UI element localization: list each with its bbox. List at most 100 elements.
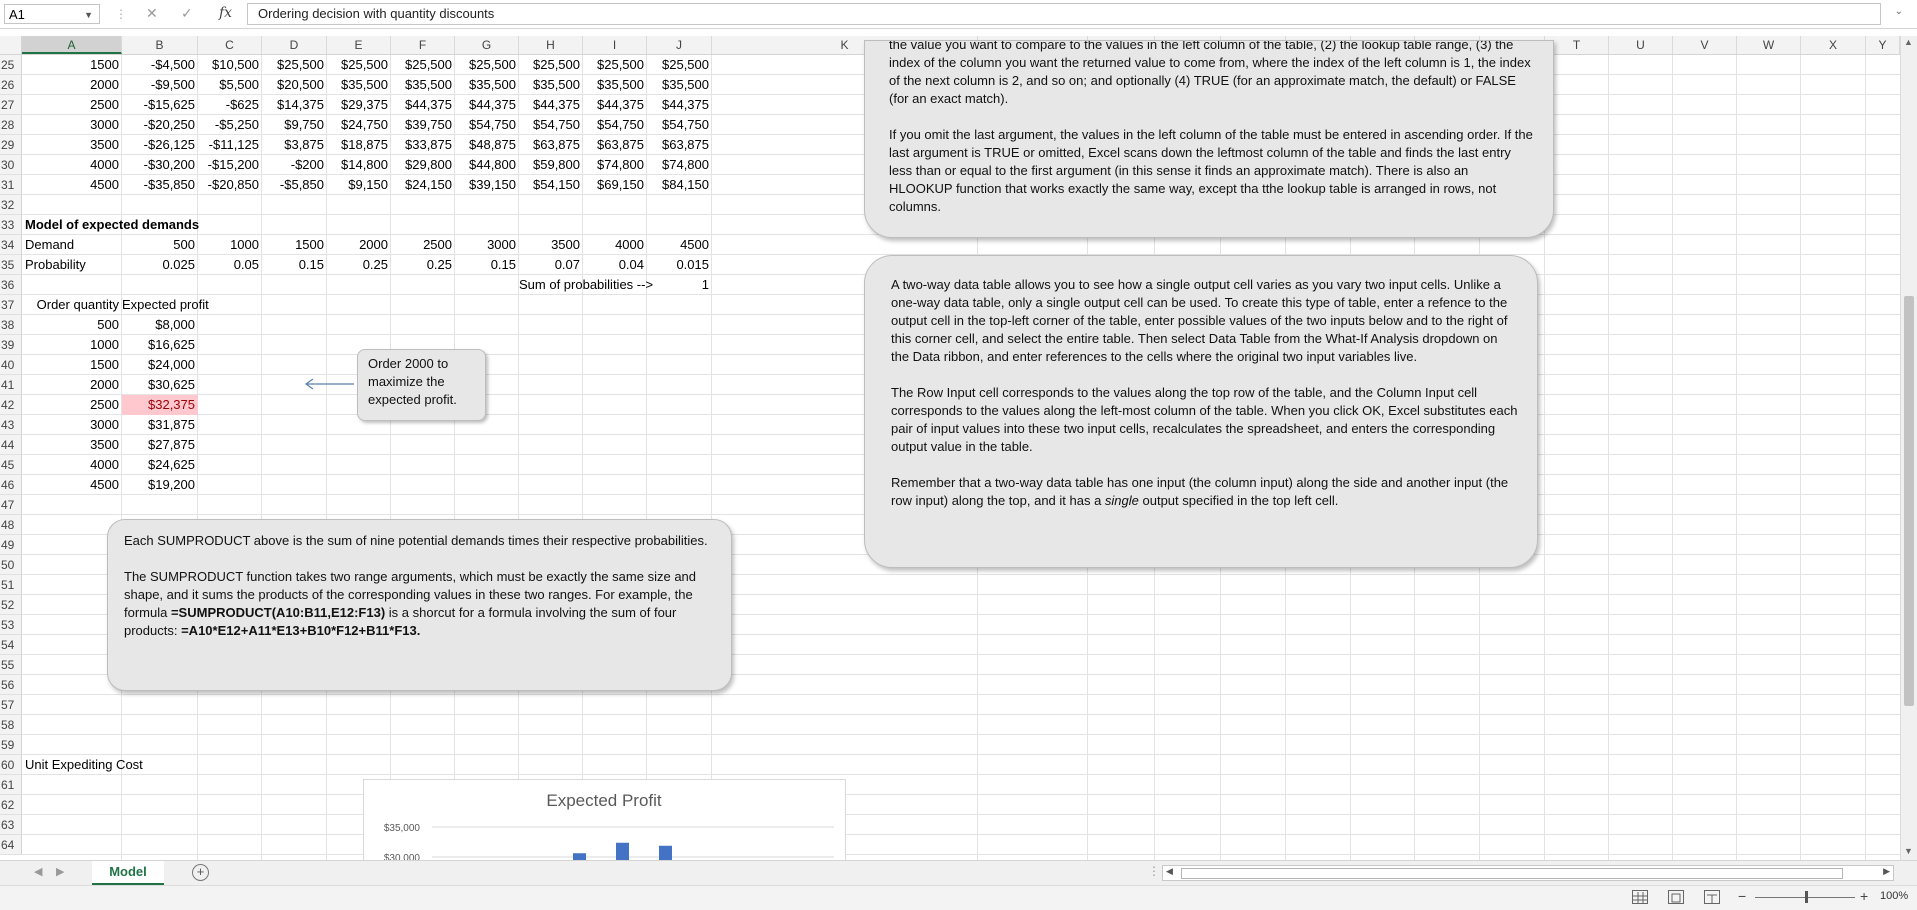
order-quantity-value[interactable]: 3500	[22, 435, 122, 455]
scroll-down-icon[interactable]: ▼	[1904, 846, 1913, 856]
row-header-63[interactable]: 63	[0, 815, 22, 835]
column-header-h[interactable]: H	[519, 36, 583, 54]
table-cell-f27[interactable]: $44,375	[391, 95, 455, 115]
table-cell-f29[interactable]: $33,875	[391, 135, 455, 155]
expected-profit-value[interactable]: $24,000	[122, 355, 198, 375]
expected-profit-value[interactable]: $16,625	[122, 335, 198, 355]
probability-value[interactable]: 0.25	[391, 255, 455, 275]
demand-value[interactable]: 2000	[327, 235, 391, 255]
expected-profit-value[interactable]: $27,875	[122, 435, 198, 455]
column-header-b[interactable]: B	[122, 36, 198, 54]
table-cell-b25[interactable]: -$4,500	[122, 55, 198, 75]
expected-profit-value[interactable]: $8,000	[122, 315, 198, 335]
table-cell-j29[interactable]: $63,875	[647, 135, 712, 155]
row-header-42[interactable]: 42	[0, 395, 22, 415]
table-cell-g25[interactable]: $25,500	[455, 55, 519, 75]
table-cell-b28[interactable]: -$20,250	[122, 115, 198, 135]
row-header-31[interactable]: 31	[0, 175, 22, 195]
column-header-y[interactable]: Y	[1866, 36, 1900, 54]
row-header-36[interactable]: 36	[0, 275, 22, 295]
table-cell-d27[interactable]: $14,375	[262, 95, 327, 115]
page-break-preview-icon[interactable]	[1704, 890, 1720, 904]
table-cell-h29[interactable]: $63,875	[519, 135, 583, 155]
table-cell-e26[interactable]: $35,500	[327, 75, 391, 95]
expected-profit-value[interactable]: $30,625	[122, 375, 198, 395]
table-cell-f26[interactable]: $35,500	[391, 75, 455, 95]
row-header-28[interactable]: 28	[0, 115, 22, 135]
name-box[interactable]: A1 ▼	[4, 4, 100, 24]
scroll-left-icon[interactable]: ◀	[1166, 866, 1173, 877]
column-header-t[interactable]: T	[1545, 36, 1609, 54]
column-header-v[interactable]: V	[1673, 36, 1737, 54]
table-cell-d29[interactable]: $3,875	[262, 135, 327, 155]
order-2000-callout[interactable]: Order 2000 to maximize the expected prof…	[357, 349, 486, 421]
table-cell-a27[interactable]: 2500	[22, 95, 122, 115]
table-cell-b30[interactable]: -$30,200	[122, 155, 198, 175]
table-cell-b27[interactable]: -$15,625	[122, 95, 198, 115]
name-box-dropdown-icon[interactable]: ▼	[84, 5, 93, 25]
table-cell-c30[interactable]: -$15,200	[198, 155, 262, 175]
probability-value[interactable]: 0.04	[583, 255, 647, 275]
order-quantity-value[interactable]: 3000	[22, 415, 122, 435]
table-cell-f31[interactable]: $24,150	[391, 175, 455, 195]
table-cell-e31[interactable]: $9,150	[327, 175, 391, 195]
row-header-60[interactable]: 60	[0, 755, 22, 775]
column-header-i[interactable]: I	[583, 36, 647, 54]
demand-value[interactable]: 500	[122, 235, 198, 255]
vertical-scrollbar[interactable]: ▲ ▼	[1900, 36, 1917, 860]
row-header-48[interactable]: 48	[0, 515, 22, 535]
row-header-45[interactable]: 45	[0, 455, 22, 475]
table-cell-i31[interactable]: $69,150	[583, 175, 647, 195]
horizontal-scroll-thumb[interactable]	[1181, 868, 1843, 879]
demand-value[interactable]: 1000	[198, 235, 262, 255]
zoom-out-icon[interactable]: −	[1738, 888, 1746, 904]
row-header-64[interactable]: 64	[0, 835, 22, 855]
row-header-44[interactable]: 44	[0, 435, 22, 455]
column-header-e[interactable]: E	[327, 36, 391, 54]
row-header-30[interactable]: 30	[0, 155, 22, 175]
normal-view-icon[interactable]	[1632, 890, 1648, 904]
table-cell-h25[interactable]: $25,500	[519, 55, 583, 75]
demand-value[interactable]: 4000	[583, 235, 647, 255]
row-header-32[interactable]: 32	[0, 195, 22, 215]
table-cell-a29[interactable]: 3500	[22, 135, 122, 155]
table-cell-j31[interactable]: $84,150	[647, 175, 712, 195]
row-header-55[interactable]: 55	[0, 655, 22, 675]
formula-input[interactable]: Ordering decision with quantity discount…	[247, 3, 1881, 25]
demand-label[interactable]: Demand	[22, 235, 122, 255]
table-cell-i26[interactable]: $35,500	[583, 75, 647, 95]
row-header-41[interactable]: 41	[0, 375, 22, 395]
table-cell-g31[interactable]: $39,150	[455, 175, 519, 195]
zoom-slider-knob[interactable]	[1805, 891, 1808, 903]
row-header-57[interactable]: 57	[0, 695, 22, 715]
row-header-33[interactable]: 33	[0, 215, 22, 235]
column-header-x[interactable]: X	[1801, 36, 1866, 54]
table-cell-f28[interactable]: $39,750	[391, 115, 455, 135]
demand-value[interactable]: 3000	[455, 235, 519, 255]
row-header-27[interactable]: 27	[0, 95, 22, 115]
demand-value[interactable]: 2500	[391, 235, 455, 255]
row-header-50[interactable]: 50	[0, 555, 22, 575]
cancel-icon[interactable]: ✕	[146, 5, 158, 22]
row-header-43[interactable]: 43	[0, 415, 22, 435]
probability-value[interactable]: 0.25	[327, 255, 391, 275]
table-cell-j28[interactable]: $54,750	[647, 115, 712, 135]
row-header-25[interactable]: 25	[0, 55, 22, 75]
expected-profit-value[interactable]: $32,375	[122, 395, 198, 415]
row-header-29[interactable]: 29	[0, 135, 22, 155]
table-cell-j30[interactable]: $74,800	[647, 155, 712, 175]
table-cell-e28[interactable]: $24,750	[327, 115, 391, 135]
row-header-52[interactable]: 52	[0, 595, 22, 615]
tab-split-grip-icon[interactable]: ⋮	[1148, 864, 1160, 878]
table-cell-d28[interactable]: $9,750	[262, 115, 327, 135]
unit-expediting-cost-label[interactable]: Unit Expediting Cost	[22, 755, 198, 775]
row-header-61[interactable]: 61	[0, 775, 22, 795]
table-cell-g30[interactable]: $44,800	[455, 155, 519, 175]
table-cell-a26[interactable]: 2000	[22, 75, 122, 95]
demand-value[interactable]: 1500	[262, 235, 327, 255]
table-cell-i30[interactable]: $74,800	[583, 155, 647, 175]
prev-sheet-icon[interactable]: ◀	[34, 865, 42, 878]
table-cell-c25[interactable]: $10,500	[198, 55, 262, 75]
table-cell-e30[interactable]: $14,800	[327, 155, 391, 175]
sum-probabilities-label[interactable]: Sum of probabilities -->	[519, 275, 653, 295]
